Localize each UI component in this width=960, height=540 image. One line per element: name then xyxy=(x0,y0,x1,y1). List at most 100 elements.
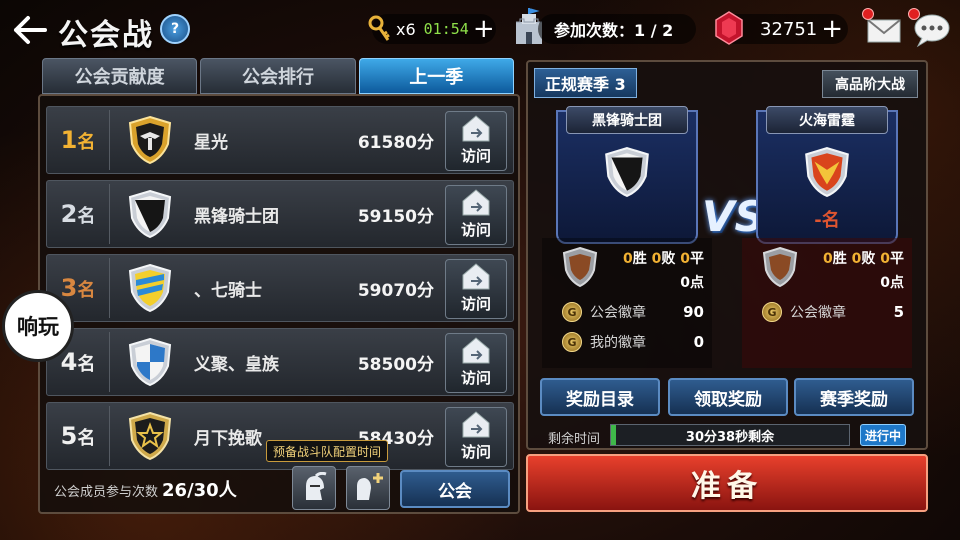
add-gems-button[interactable]: + xyxy=(821,16,843,42)
ranking-row: 2名 黑锋骑士团 59150分 访问 xyxy=(46,180,514,248)
squad-time-tooltip: 预备战斗队配置时间 xyxy=(266,440,389,462)
my-badge-label: 我的徽章 xyxy=(590,335,646,351)
team-name: 火海雷霆 xyxy=(766,106,888,134)
battle-squad-button[interactable] xyxy=(292,466,336,510)
guild-score: 58500分 xyxy=(357,354,434,375)
guild-name: 义聚、皇族 xyxy=(194,354,279,375)
back-button[interactable] xyxy=(10,12,50,48)
win-lose-draw: 0胜 0败 0平 xyxy=(623,251,704,267)
ranking-tabs: 公会贡献度 公会排行 上一季 xyxy=(42,58,514,94)
guild-emblem-black-white-icon xyxy=(128,189,172,239)
team-rank: -名 xyxy=(814,210,840,231)
guild-badge-label: 公会徽章 xyxy=(790,305,846,321)
visit-button[interactable]: 访问 xyxy=(445,333,507,393)
help-button[interactable]: ? xyxy=(160,14,190,44)
house-icon xyxy=(462,263,490,290)
visit-button[interactable]: 访问 xyxy=(445,259,507,319)
back-arrow-icon xyxy=(14,16,47,44)
guild-emblem-striped-icon xyxy=(128,263,172,313)
add-squad-icon xyxy=(357,473,383,500)
guild-name: 、七骑士 xyxy=(194,280,262,301)
ranking-row: 1名 星光 61580分 访问 xyxy=(46,106,514,174)
coin-icon: G xyxy=(562,332,582,352)
top-bar: 公会战 ? x6 01:54 + 参加次数：1 / 2 32751 + xyxy=(0,0,960,58)
watermark-logo: 响玩 xyxy=(2,290,74,362)
guild-emblem-black-white-icon xyxy=(605,147,649,198)
key-icon xyxy=(368,15,390,41)
coin-icon: G xyxy=(562,302,582,322)
wooden-shield-icon xyxy=(762,246,798,288)
my-badge-value: 0 xyxy=(693,333,704,351)
house-icon xyxy=(462,337,490,364)
guild-badge-row: G 公会徽章 5 xyxy=(762,302,912,322)
divider xyxy=(109,110,110,170)
key-timer: 01:54 xyxy=(423,20,469,38)
guild-name: 黑锋骑士团 xyxy=(194,206,279,227)
visit-button[interactable]: 访问 xyxy=(445,407,507,467)
team-name: 黑锋骑士团 xyxy=(566,106,688,134)
page-title: 公会战 xyxy=(58,18,154,53)
tier-battle-button[interactable]: 高品阶大战 xyxy=(822,70,918,98)
rank-number: 1名 xyxy=(60,126,96,154)
visit-label: 访问 xyxy=(460,147,491,165)
visit-label: 访问 xyxy=(460,443,491,461)
gem-count: 32751 xyxy=(760,18,818,40)
remaining-time-text: 30分38秒剩余 xyxy=(685,429,775,445)
guild-score: 59070分 xyxy=(357,280,434,301)
guild-name: 星光 xyxy=(194,132,228,153)
guild-button[interactable]: 公会 xyxy=(400,470,510,508)
coin-icon: G xyxy=(762,302,782,322)
guild-badge-row: G 公会徽章 90 xyxy=(562,302,712,322)
guild-emblem-star-icon xyxy=(128,411,172,461)
season-reward-button[interactable]: 赛季奖励 xyxy=(794,378,914,416)
guild-score: 61580分 xyxy=(357,132,434,153)
status-badge: 进行中 xyxy=(860,424,906,446)
mail-notification-dot xyxy=(862,8,874,20)
key-counter: x6 01:54 + xyxy=(368,14,496,44)
claim-reward-button[interactable]: 领取奖励 xyxy=(668,378,788,416)
house-icon xyxy=(462,411,490,438)
rank-number: 5名 xyxy=(60,422,96,450)
visit-label: 访问 xyxy=(460,221,491,239)
guild-badge-value: 5 xyxy=(893,303,904,321)
visit-button[interactable]: 访问 xyxy=(445,111,507,171)
tab-guild-contribution[interactable]: 公会贡献度 xyxy=(42,58,198,94)
divider xyxy=(109,406,110,466)
guild-score: 59150分 xyxy=(357,206,434,227)
my-badge-row: G 我的徽章 0 xyxy=(562,332,712,352)
visit-label: 访问 xyxy=(460,295,491,313)
house-icon xyxy=(462,189,490,216)
reserve-squad-button[interactable] xyxy=(346,466,390,510)
tab-guild-ranking[interactable]: 公会排行 xyxy=(200,58,356,94)
guild-badge-value: 90 xyxy=(683,303,704,321)
add-keys-button[interactable]: + xyxy=(473,16,495,42)
key-count: x6 xyxy=(396,19,416,39)
guild-badge-label: 公会徽章 xyxy=(590,305,646,321)
chat-notification-dot xyxy=(908,8,920,20)
ready-button[interactable]: 准备 xyxy=(526,454,928,512)
divider xyxy=(109,184,110,244)
guild-emblem-phoenix-icon xyxy=(805,147,849,198)
ruby-gem-icon xyxy=(715,11,743,45)
team-points: 0点 xyxy=(880,275,904,291)
home-team-card: 黑锋骑士团 0胜 0败 0平 0点 G 公会徽章 90 G 我的徽章 0 xyxy=(542,106,712,368)
member-participation-value: 26/30人 xyxy=(162,480,237,501)
wooden-shield-icon xyxy=(562,246,598,288)
opponent-team-card: 火海雷霆 -名 0胜 0败 0平 0点 G 公会徽章 5 xyxy=(742,106,912,368)
chat-button[interactable] xyxy=(908,8,952,48)
reward-list-button[interactable]: 奖励目录 xyxy=(540,378,660,416)
season-panel: 正规赛季 3 高品阶大战 黑锋骑士团 0胜 0败 0平 0点 G 公会徽章 90… xyxy=(526,60,928,450)
season-label: 正规赛季 3 xyxy=(534,68,637,98)
guild-emblem-eagle-icon xyxy=(128,115,172,165)
divider xyxy=(109,332,110,392)
visit-button[interactable]: 访问 xyxy=(445,185,507,245)
mail-button[interactable] xyxy=(862,8,902,44)
ranking-row: 3名 、七骑士 59070分 访问 xyxy=(46,254,514,322)
member-participation-label: 公会成员参与次数 xyxy=(54,485,159,500)
divider xyxy=(109,258,110,318)
tab-last-season[interactable]: 上一季 xyxy=(358,58,514,94)
participation-count: 参加次数：1 / 2 xyxy=(538,14,696,44)
ranking-row: 4名 义聚、皇族 58500分 访问 xyxy=(46,328,514,396)
visit-label: 访问 xyxy=(460,369,491,387)
remaining-time-bar: 30分38秒剩余 xyxy=(610,424,850,446)
